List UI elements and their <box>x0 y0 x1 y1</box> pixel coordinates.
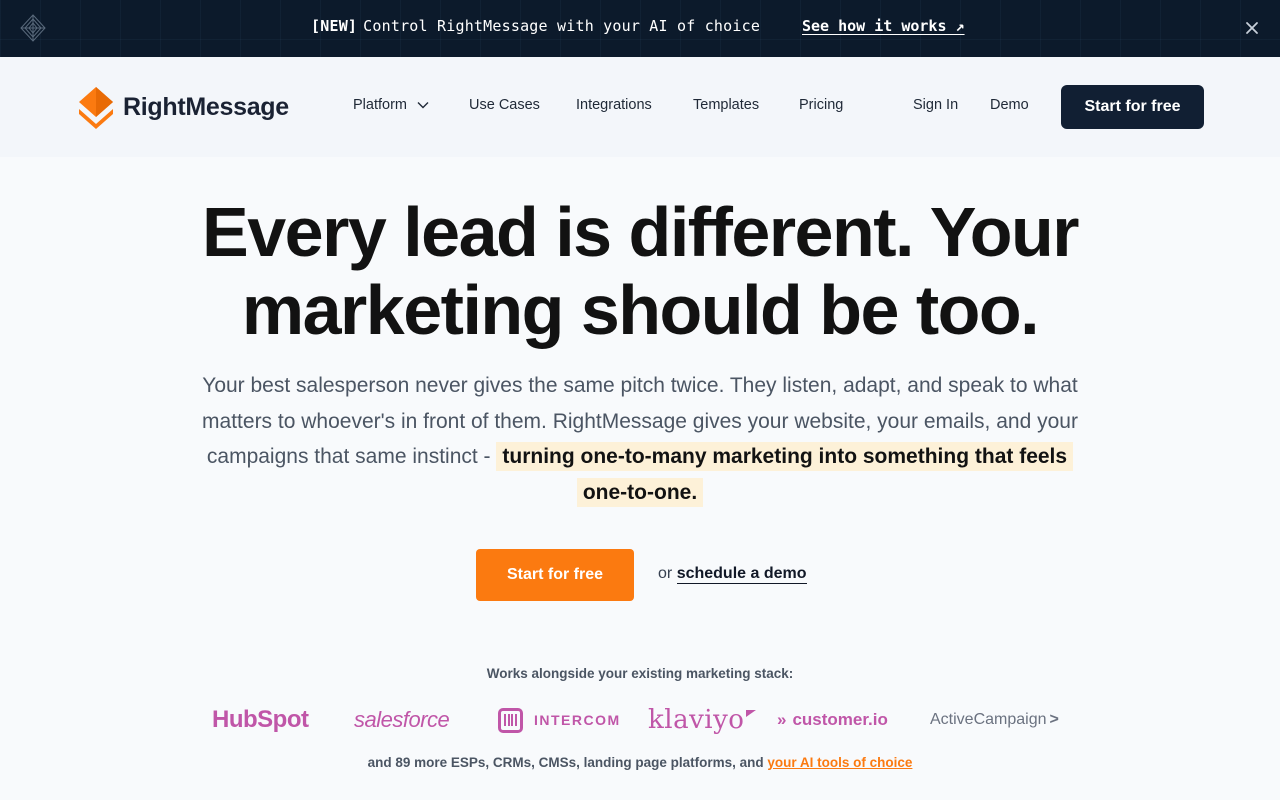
new-tag: [NEW] <box>311 17 358 35</box>
more-integrations-prefix: and 89 more ESPs, CRMs, CMSs, landing pa… <box>367 755 768 770</box>
nav-platform[interactable]: Platform <box>353 97 429 113</box>
nav-use-cases[interactable]: Use Cases <box>469 97 540 113</box>
site-header: RightMessage Platform Use Cases Integrat… <box>0 57 1280 157</box>
ai-tools-link[interactable]: your AI tools of choice <box>767 755 912 770</box>
nav-integrations[interactable]: Integrations <box>576 97 652 113</box>
klaviyo-flag-icon <box>746 709 757 717</box>
see-how-it-works-link[interactable]: See how it works ↗ <box>802 17 965 35</box>
integrations-heading: Works alongside your existing marketing … <box>486 666 794 681</box>
customerio-logo: » customer.io <box>777 700 888 740</box>
more-integrations-text: and 89 more ESPs, CRMs, CMSs, landing pa… <box>0 755 1280 770</box>
schedule-demo-group: or schedule a demo <box>658 565 807 584</box>
customerio-mark-icon: » <box>777 710 787 729</box>
hero-title-line-2: marketing should be too. <box>241 271 1040 349</box>
customerio-wordmark: customer.io <box>792 710 888 729</box>
activecampaign-logo: ActiveCampaign > <box>930 700 1059 740</box>
announcement-bar: [NEW] Control RightMessage with your AI o… <box>0 0 1280 57</box>
close-icon[interactable] <box>1242 18 1262 38</box>
header-start-for-free-button[interactable]: Start for free <box>1061 85 1204 129</box>
demo-link[interactable]: Demo <box>990 97 1029 113</box>
klaviyo-wordmark: klaviyo <box>648 705 745 735</box>
sign-in-link[interactable]: Sign In <box>913 97 958 113</box>
salesforce-logo: salesforce <box>354 707 450 732</box>
hero-title: Every lead is different. Your marketing … <box>140 193 1140 349</box>
diamond-pattern-icon <box>20 14 46 42</box>
chevron-right-icon: > <box>1049 711 1059 728</box>
activecampaign-wordmark: ActiveCampaign <box>930 711 1047 728</box>
brand-logo[interactable]: RightMessage <box>77 85 289 129</box>
hero-start-for-free-button[interactable]: Start for free <box>476 549 634 601</box>
brand-name: RightMessage <box>123 92 289 121</box>
nav-platform-label: Platform <box>353 97 407 113</box>
announcement-text: Control RightMessage with your AI of cho… <box>363 17 761 35</box>
hero-subtitle: Your best salesperson never gives the sa… <box>200 368 1080 510</box>
nav-pricing[interactable]: Pricing <box>799 97 843 113</box>
or-text: or <box>658 565 673 582</box>
hero-title-line-1: Every lead is different. Your <box>202 193 1079 271</box>
klaviyo-logo: klaviyo <box>648 700 757 740</box>
announcement-message: [NEW] Control RightMessage with your AI o… <box>311 17 760 35</box>
rightmessage-logo-icon <box>79 87 113 129</box>
integration-logos: HubSpot salesforce INTERCOM klaviyo » cu… <box>200 700 1080 740</box>
nav-templates[interactable]: Templates <box>693 97 759 113</box>
intercom-logo: INTERCOM <box>498 700 621 740</box>
hero-subtitle-highlight: turning one-to-many marketing into somet… <box>496 442 1074 507</box>
schedule-demo-link[interactable]: schedule a demo <box>676 565 807 584</box>
chevron-down-icon <box>417 102 429 109</box>
hubspot-logo: HubSpot <box>212 706 309 733</box>
intercom-wordmark: INTERCOM <box>534 712 621 728</box>
intercom-mark-icon <box>498 707 523 733</box>
